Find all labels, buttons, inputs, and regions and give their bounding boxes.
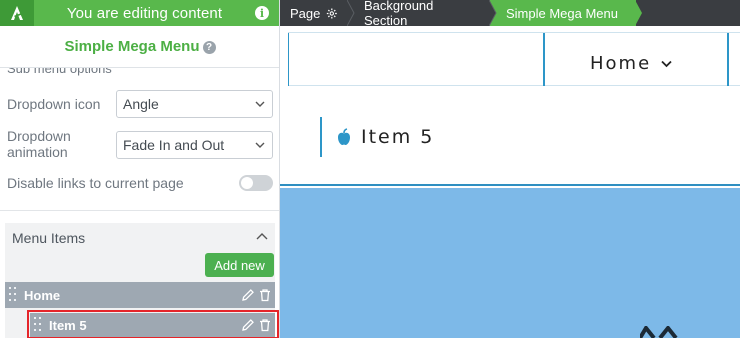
breadcrumb-simple-mega-menu[interactable]: Simple Mega Menu	[490, 0, 642, 26]
breadcrumb-background-section[interactable]: Background Section	[348, 0, 497, 28]
editing-banner: You are editing content i	[0, 0, 279, 26]
dropdown-animation-select[interactable]: Fade In and Out	[116, 131, 273, 159]
banner-title: You are editing content	[66, 4, 223, 22]
chevron-down-icon	[661, 60, 672, 67]
menu-item-home[interactable]: Home	[5, 282, 275, 308]
gear-icon[interactable]	[326, 7, 338, 20]
info-icon[interactable]: i	[255, 6, 269, 20]
add-new-button[interactable]: Add new	[205, 253, 274, 277]
dropdown-item-item-5[interactable]: Item 5	[336, 126, 434, 148]
apple-icon	[338, 128, 350, 145]
nav-home-label: Home	[590, 53, 652, 74]
menu-item-label: Home	[24, 287, 61, 303]
trash-icon[interactable]	[258, 288, 272, 302]
breadcrumb-label: Page	[290, 5, 321, 21]
scroll-mask	[0, 56, 279, 67]
dropdown-accent-bar	[320, 117, 322, 157]
mega-menu-dropdown: Item 5	[280, 86, 740, 186]
drag-handle-icon[interactable]	[9, 287, 17, 303]
dropdown-icon-select[interactable]: Angle	[116, 90, 273, 118]
dropdown-icon-label: Dropdown icon	[7, 96, 101, 112]
disable-links-label: Disable links to current page	[7, 175, 184, 191]
chevron-up-icon[interactable]	[256, 232, 268, 242]
breadcrumb-separator	[347, 0, 355, 26]
nav-divider	[727, 33, 729, 87]
panel-title: Simple Mega Menu?	[0, 38, 279, 55]
nav-divider	[543, 33, 545, 87]
section-divider	[0, 210, 279, 211]
disable-links-toggle[interactable]	[239, 175, 273, 191]
breadcrumb-label: Background Section	[364, 0, 434, 28]
breadcrumb: Page Background Section Simple Mega Menu	[280, 0, 740, 28]
menu-items-title: Menu Items	[12, 230, 86, 246]
dropdown-icon-value: Angle	[123, 96, 159, 112]
heading-glyph-fragment	[640, 326, 678, 338]
background-section	[280, 188, 740, 338]
nav-item-home[interactable]: Home	[590, 53, 672, 74]
breadcrumb-active-arrow	[635, 0, 642, 26]
breadcrumb-page[interactable]: Page	[280, 0, 355, 26]
breadcrumb-label: Simple Mega Menu	[506, 5, 618, 21]
editor-panel: You are editing content i Simple Mega Me…	[0, 0, 280, 338]
toggle-knob	[241, 177, 253, 189]
breadcrumb-separator	[489, 0, 497, 26]
chevron-down-icon	[255, 142, 265, 148]
page-canvas: Home Item 5	[280, 26, 740, 338]
chevron-down-icon	[255, 101, 265, 107]
app-logo-icon[interactable]	[0, 0, 34, 26]
nav-divider	[288, 33, 289, 87]
title-divider	[0, 67, 279, 68]
dropdown-animation-value: Fade In and Out	[123, 137, 225, 153]
pencil-icon[interactable]	[241, 288, 255, 302]
dropdown-animation-label: Dropdown animation	[7, 128, 71, 160]
help-icon[interactable]: ?	[202, 41, 216, 54]
selection-highlight	[27, 310, 279, 338]
dropdown-item-label: Item 5	[361, 126, 435, 148]
panel-title-text: Simple Mega Menu	[64, 38, 200, 55]
mega-menu-nav: Home	[288, 32, 740, 87]
